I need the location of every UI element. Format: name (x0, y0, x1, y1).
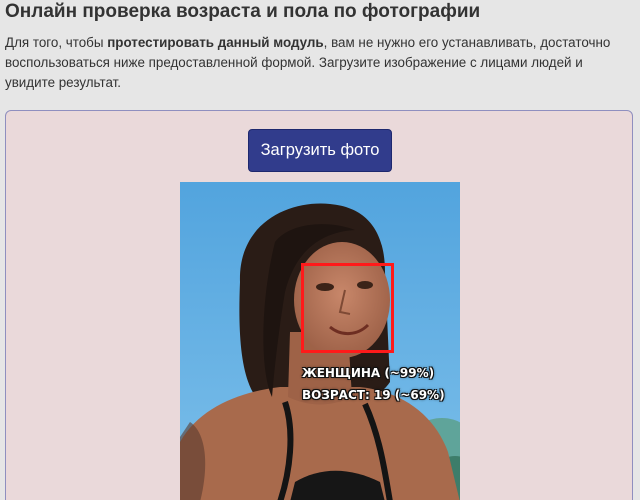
page: Онлайн проверка возраста и пола по фотог… (0, 0, 640, 500)
upload-photo-button[interactable]: Загрузить фото (248, 129, 392, 172)
age-label: ВОЗРАСТ: 19 (~69%) (302, 388, 445, 402)
intro-text-part1: Для того, чтобы (5, 35, 108, 50)
intro-text-bold: протестировать данный модуль (107, 35, 324, 50)
face-detection-box (301, 263, 394, 353)
page-title: Онлайн проверка возраста и пола по фотог… (5, 1, 481, 22)
gender-label: ЖЕНЩИНА (~99%) (302, 366, 435, 380)
intro-text: Для того, чтобы протестировать данный мо… (5, 33, 627, 93)
